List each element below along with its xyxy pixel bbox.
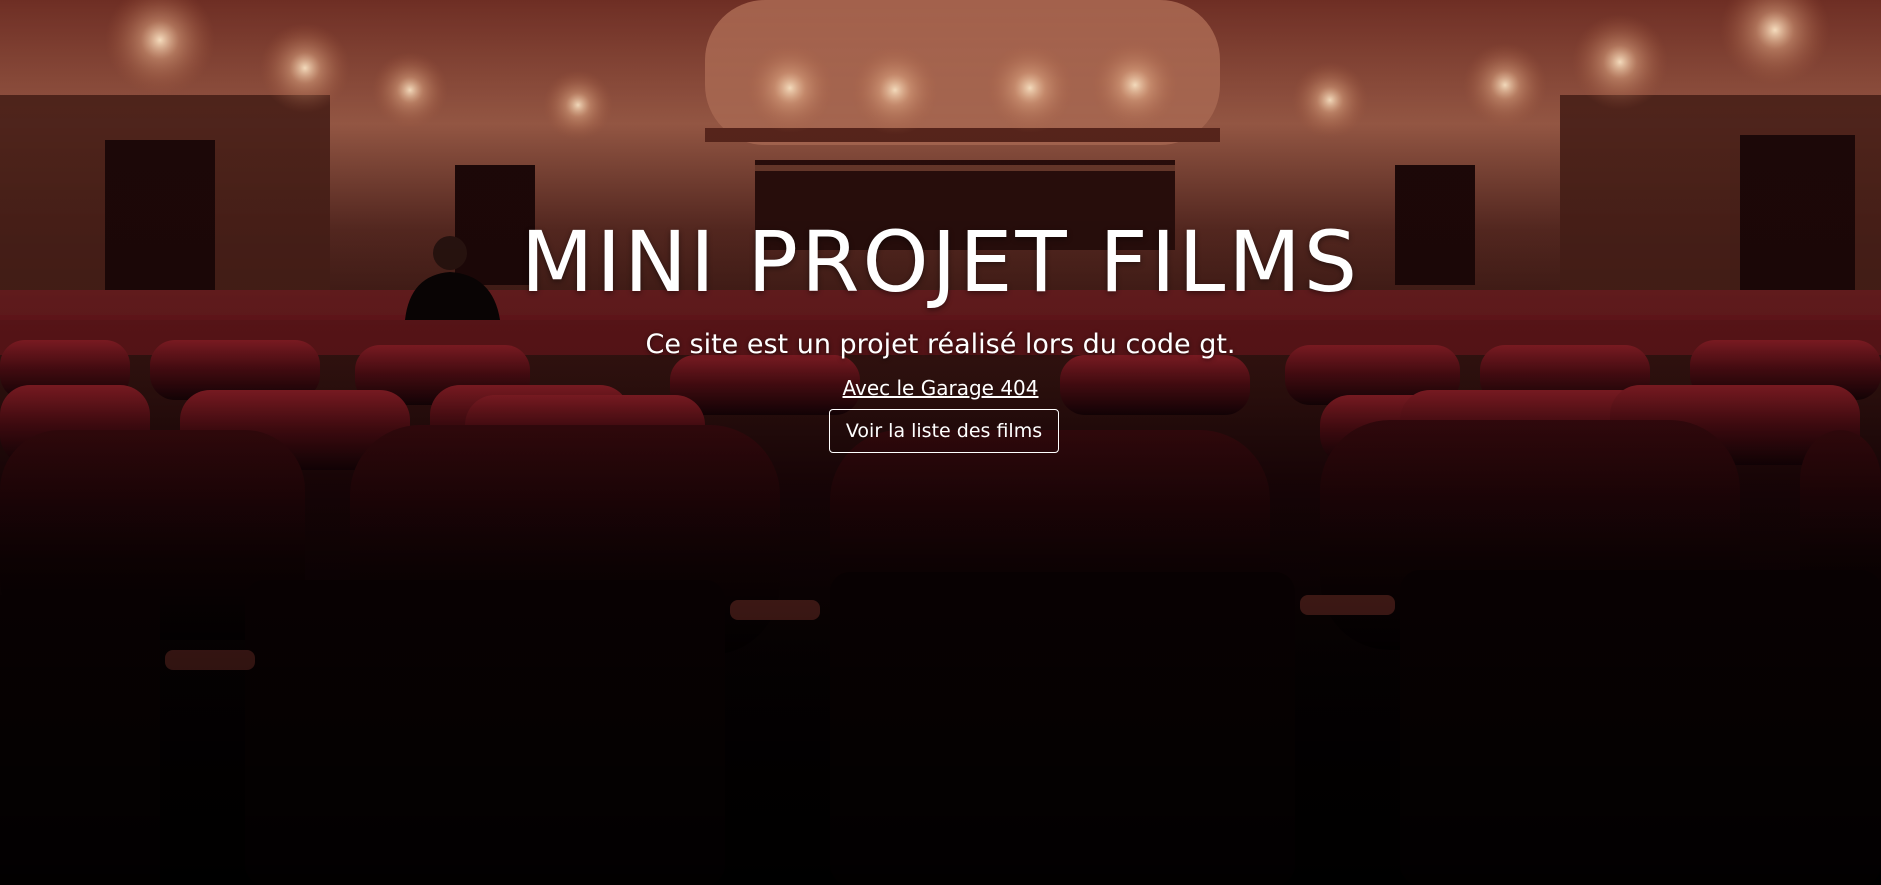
page-title: MINI PROJET FILMS [520, 213, 1361, 311]
view-films-button[interactable]: Voir la liste des films [829, 409, 1059, 453]
hero-section: MINI PROJET FILMS Ce site est un projet … [0, 0, 1881, 885]
hero-link-wrapper: Avec le Garage 404 [0, 374, 1881, 402]
hero-content: MINI PROJET FILMS Ce site est un projet … [0, 0, 1881, 885]
garage-404-link[interactable]: Avec le Garage 404 [843, 376, 1039, 400]
hero-subtitle: Ce site est un projet réalisé lors du co… [645, 329, 1236, 360]
